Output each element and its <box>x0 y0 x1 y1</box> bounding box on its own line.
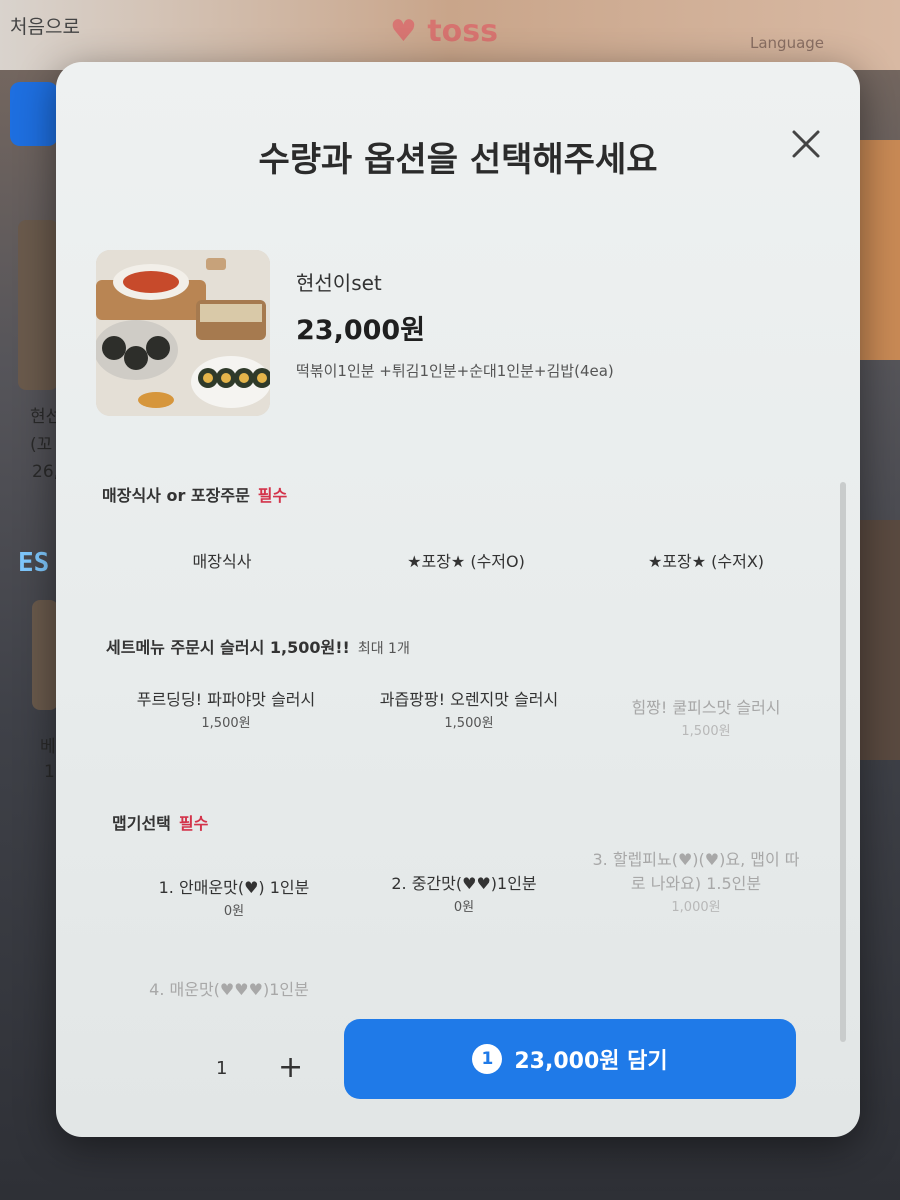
option-label: 매장식사 <box>192 552 252 571</box>
required-badge: 필수 <box>257 486 288 505</box>
option-label: ★포장★ (수저X) <box>647 552 765 571</box>
brand-logo: ♥ toss <box>390 14 499 49</box>
option-price: 1,500원 <box>444 716 494 731</box>
product-price: 23,000원 <box>296 315 426 346</box>
led-display: ES <box>18 548 50 578</box>
option-label: 1. 안매운맛(♥) 1인분 <box>158 878 310 897</box>
option-jalapeno-spice[interactable]: 3. 할렙피뇨(♥)(♥)요, 맵이 따로 나와요) 1.5인분 1,000원 <box>586 846 806 915</box>
option-medium-spice[interactable]: 2. 중간맛(♥♥)1인분 0원 <box>344 870 584 915</box>
option-papaya-slush[interactable]: 푸르딩딩! 파파야맛 슬러시 1,500원 <box>111 686 341 731</box>
option-takeout-with-utensils[interactable]: ★포장★ (수저O) <box>346 548 586 572</box>
home-link[interactable]: 처음으로 <box>10 12 80 39</box>
quantity-plus-button[interactable]: + <box>278 1050 303 1085</box>
option-label: 과즙팡팡! 오렌지맛 슬러시 <box>379 690 559 709</box>
language-button[interactable]: Language <box>750 34 824 52</box>
option-label: 푸르딩딩! 파파야맛 슬러시 <box>136 690 316 709</box>
required-badge: 필수 <box>178 814 209 833</box>
limit-badge: 최대 1개 <box>357 641 410 657</box>
product-image <box>96 250 270 416</box>
option-price: 0원 <box>453 900 475 915</box>
option-label: 3. 할렙피뇨(♥)(♥)요, 맵이 따로 나와요) 1.5인분 <box>592 850 800 893</box>
option-hot-spice[interactable]: 4. 매운맛(♥♥♥)1인분 <box>114 976 344 1000</box>
option-coolpis-slush[interactable]: 힘짱! 쿨피스맛 슬러시 1,500원 <box>596 694 816 739</box>
quantity-value: 1 <box>216 1058 228 1079</box>
option-mild-spice[interactable]: 1. 안매운맛(♥) 1인분 0원 <box>114 874 354 919</box>
spice-section-title: 맵기선택 필수 <box>112 810 208 834</box>
option-price: 0원 <box>223 904 245 919</box>
add-to-cart-button[interactable]: 1 23,000원 담기 <box>344 1019 796 1099</box>
background-menu-sub: (꼬 <box>30 435 53 455</box>
category-tab[interactable] <box>10 82 58 146</box>
option-dine-in[interactable]: 매장식사 <box>102 548 342 572</box>
add-to-cart-label: 23,000원 담기 <box>514 1049 668 1074</box>
option-price: 1,500원 <box>681 724 731 739</box>
option-modal: 수량과 옵션을 선택해주세요 현선이set 23,000원 떡볶이1인분 +튀김… <box>56 62 860 1137</box>
slush-section-title: 세트메뉴 주문시 슬러시 1,500원!! 최대 1개 <box>106 634 410 658</box>
option-label: 4. 매운맛(♥♥♥)1인분 <box>149 980 309 999</box>
background-menu-image[interactable] <box>32 600 58 710</box>
close-icon[interactable] <box>788 126 824 162</box>
option-label: 힘짱! 쿨피스맛 슬러시 <box>631 698 781 717</box>
option-orange-slush[interactable]: 과즙팡팡! 오렌지맛 슬러시 1,500원 <box>354 686 584 731</box>
background-menu-image[interactable] <box>18 220 58 390</box>
modal-title: 수량과 옵션을 선택해주세요 <box>258 140 658 180</box>
product-description: 떡볶이1인분 +튀김1인분+순대1인분+김밥(4ea) <box>296 362 614 380</box>
scrollbar[interactable] <box>840 482 846 1042</box>
product-name: 현선이set <box>296 271 382 295</box>
option-label: 2. 중간맛(♥♥)1인분 <box>391 874 537 893</box>
option-price: 1,500원 <box>201 716 251 731</box>
option-takeout-no-utensils[interactable]: ★포장★ (수저X) <box>586 548 826 572</box>
cart-count-badge: 1 <box>472 1044 503 1074</box>
section-title-text: 맵기선택 <box>112 814 171 833</box>
option-label: ★포장★ (수저O) <box>407 552 525 571</box>
section-title-text: 세트메뉴 주문시 슬러시 1,500원!! <box>106 638 350 657</box>
section-title-text: 매장식사 or 포장주문 <box>102 486 250 505</box>
option-price: 1,000원 <box>671 900 721 915</box>
dine-option-section-title: 매장식사 or 포장주문 필수 <box>102 482 287 506</box>
